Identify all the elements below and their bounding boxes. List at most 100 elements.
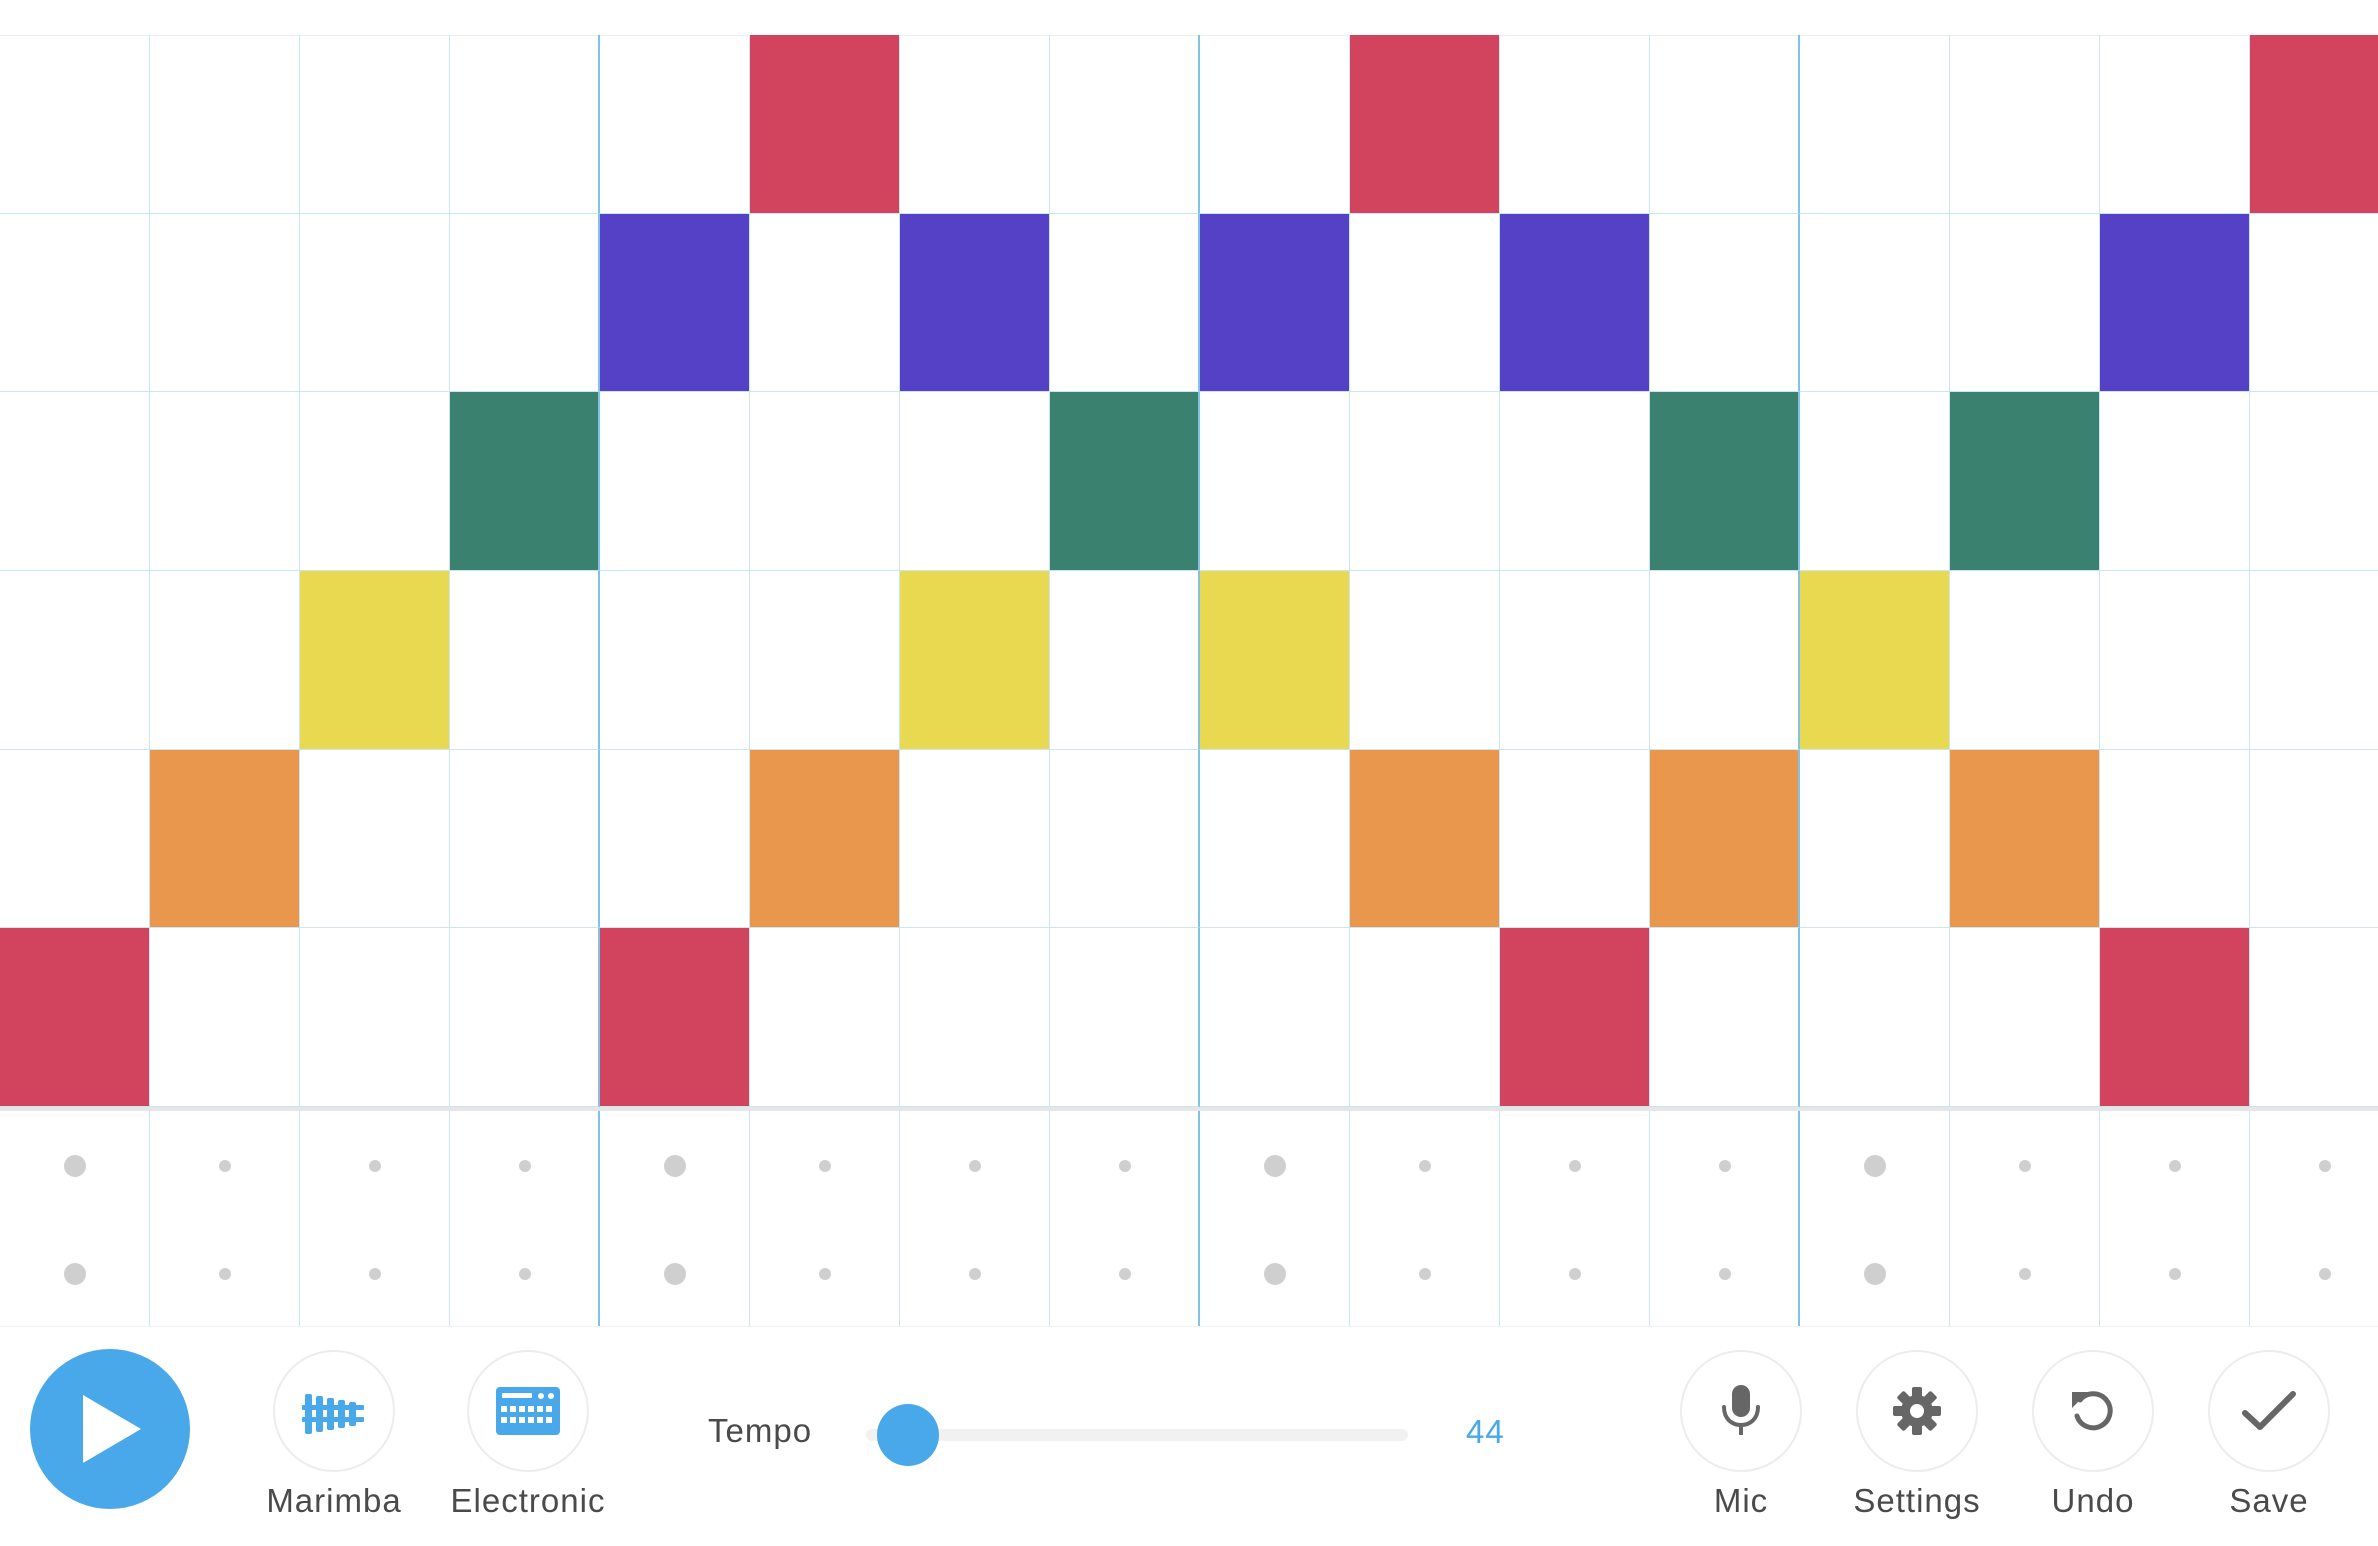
rhythm-dot[interactable]: [219, 1268, 231, 1280]
rhythm-dot-accent[interactable]: [64, 1263, 86, 1285]
note-cell-active[interactable]: [2100, 928, 2250, 1107]
note-cell[interactable]: [1200, 928, 1350, 1107]
rhythm-dot[interactable]: [1569, 1160, 1581, 1172]
save-button[interactable]: [2208, 1350, 2330, 1472]
note-cell-active[interactable]: [1200, 571, 1350, 750]
undo-button[interactable]: [2032, 1350, 2154, 1472]
note-cell[interactable]: [1050, 35, 1200, 214]
rhythm-column[interactable]: [1350, 1111, 1500, 1327]
rhythm-dot[interactable]: [219, 1160, 231, 1172]
rhythm-dot[interactable]: [969, 1268, 981, 1280]
rhythm-dot[interactable]: [519, 1268, 531, 1280]
note-cell-active[interactable]: [1650, 749, 1800, 929]
note-cell[interactable]: [1650, 213, 1800, 393]
note-cell[interactable]: [2250, 571, 2378, 750]
note-cell[interactable]: [2100, 749, 2250, 929]
note-cell[interactable]: [300, 392, 450, 571]
rhythm-dot[interactable]: [2019, 1160, 2031, 1172]
note-cell[interactable]: [2100, 571, 2250, 750]
note-cell[interactable]: [0, 392, 150, 571]
note-cell-active[interactable]: [300, 571, 450, 750]
note-cell[interactable]: [1950, 928, 2100, 1107]
note-cell[interactable]: [1350, 928, 1500, 1107]
note-cell[interactable]: [450, 928, 600, 1107]
rhythm-dot[interactable]: [1569, 1268, 1581, 1280]
rhythm-dot-accent[interactable]: [1864, 1155, 1886, 1177]
note-cell[interactable]: [1200, 749, 1350, 929]
note-cell[interactable]: [2250, 392, 2378, 571]
tempo-slider-thumb[interactable]: [876, 1404, 939, 1466]
rhythm-dot-accent[interactable]: [1264, 1155, 1286, 1177]
note-cell[interactable]: [1200, 35, 1350, 214]
rhythm-dot[interactable]: [1719, 1160, 1731, 1172]
melody-grid[interactable]: [0, 35, 2378, 1107]
note-cell[interactable]: [0, 213, 150, 393]
note-cell[interactable]: [1200, 392, 1350, 571]
rhythm-dot[interactable]: [1719, 1268, 1731, 1280]
rhythm-dot[interactable]: [519, 1160, 531, 1172]
rhythm-dot[interactable]: [2019, 1268, 2031, 1280]
note-cell-active[interactable]: [1500, 928, 1650, 1107]
note-cell[interactable]: [300, 928, 450, 1107]
note-cell-active[interactable]: [150, 749, 300, 929]
note-cell[interactable]: [2250, 928, 2378, 1107]
rhythm-dot[interactable]: [1419, 1160, 1431, 1172]
note-cell-active[interactable]: [1500, 213, 1650, 393]
rhythm-column[interactable]: [450, 1111, 600, 1327]
note-cell[interactable]: [1800, 213, 1950, 393]
note-cell[interactable]: [2100, 35, 2250, 214]
note-cell[interactable]: [150, 35, 300, 214]
rhythm-column[interactable]: [1050, 1111, 1200, 1327]
note-cell[interactable]: [1500, 35, 1650, 214]
note-cell[interactable]: [0, 749, 150, 929]
rhythm-dot[interactable]: [1119, 1160, 1131, 1172]
note-cell[interactable]: [750, 213, 900, 393]
rhythm-dot[interactable]: [969, 1160, 981, 1172]
note-cell-active[interactable]: [1350, 35, 1500, 214]
note-cell-active[interactable]: [1050, 392, 1200, 571]
rhythm-column[interactable]: [1200, 1111, 1350, 1327]
note-cell[interactable]: [1350, 213, 1500, 393]
note-cell[interactable]: [1800, 928, 1950, 1107]
note-cell-active[interactable]: [600, 213, 750, 393]
note-cell[interactable]: [1500, 749, 1650, 929]
rhythm-column[interactable]: [2250, 1111, 2378, 1327]
note-cell[interactable]: [1350, 392, 1500, 571]
rhythm-dot[interactable]: [1419, 1268, 1431, 1280]
rhythm-column[interactable]: [150, 1111, 300, 1327]
rhythm-grid[interactable]: [0, 1111, 2378, 1327]
note-cell[interactable]: [600, 571, 750, 750]
note-cell[interactable]: [1800, 392, 1950, 571]
note-cell-active[interactable]: [1200, 213, 1350, 393]
rhythm-column[interactable]: [1650, 1111, 1800, 1327]
rhythm-column[interactable]: [0, 1111, 150, 1327]
note-cell[interactable]: [150, 928, 300, 1107]
note-cell-active[interactable]: [600, 928, 750, 1107]
note-cell[interactable]: [750, 928, 900, 1107]
note-cell-active[interactable]: [1650, 392, 1800, 571]
note-cell[interactable]: [0, 35, 150, 214]
note-cell[interactable]: [0, 571, 150, 750]
note-cell-active[interactable]: [2100, 213, 2250, 393]
note-cell[interactable]: [600, 35, 750, 214]
note-cell-active[interactable]: [450, 392, 600, 571]
note-cell[interactable]: [150, 213, 300, 393]
rhythm-dot-accent[interactable]: [1264, 1263, 1286, 1285]
note-cell[interactable]: [1950, 35, 2100, 214]
rhythm-dot-accent[interactable]: [1864, 1263, 1886, 1285]
note-cell[interactable]: [1050, 749, 1200, 929]
note-cell-active[interactable]: [750, 35, 900, 214]
note-cell[interactable]: [450, 213, 600, 393]
play-button[interactable]: [30, 1349, 190, 1509]
note-cell[interactable]: [2250, 750, 2378, 929]
rhythm-dot[interactable]: [2169, 1268, 2181, 1280]
rhythm-column[interactable]: [750, 1111, 900, 1327]
tempo-slider-track[interactable]: [866, 1429, 1408, 1441]
note-cell[interactable]: [750, 571, 900, 750]
note-cell[interactable]: [900, 928, 1050, 1107]
note-cell[interactable]: [1500, 571, 1650, 750]
settings-button[interactable]: [1856, 1350, 1978, 1472]
note-cell[interactable]: [1950, 213, 2100, 393]
rhythm-dot-accent[interactable]: [64, 1155, 86, 1177]
rhythm-dot[interactable]: [2169, 1160, 2181, 1172]
